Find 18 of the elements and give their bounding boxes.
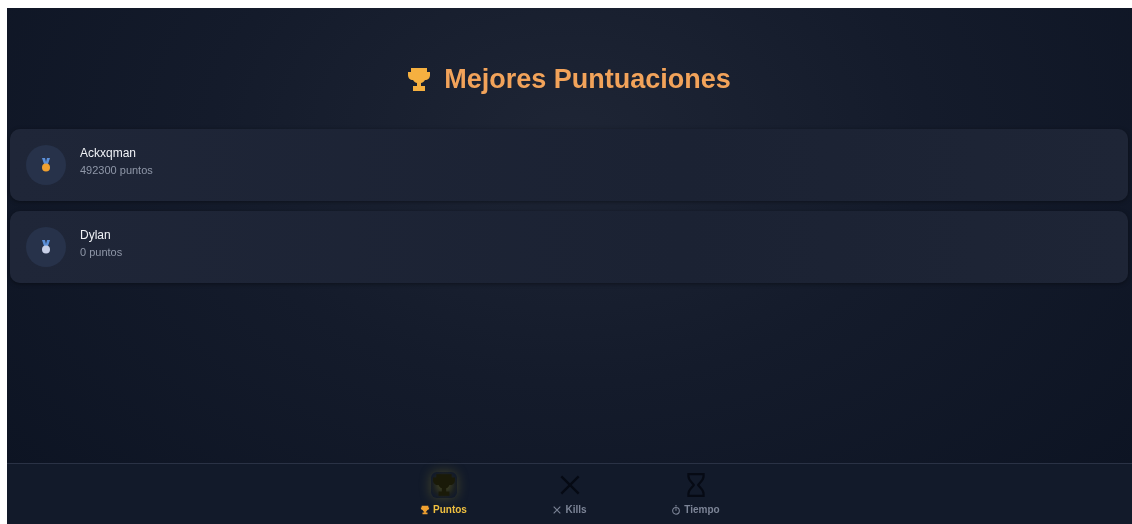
trophy-icon — [430, 472, 457, 498]
nav-tab[interactable]: Puntos — [411, 464, 476, 524]
player-name: Dylan — [80, 228, 112, 242]
tab-label: Kills — [565, 504, 587, 515]
medal-icon — [41, 158, 51, 172]
player-score: 492300 puntos — [80, 164, 153, 176]
trophy-icon — [420, 504, 431, 515]
player-name: Ackxqman — [80, 146, 138, 160]
trophy-icon — [408, 66, 431, 93]
medal-icon — [41, 240, 51, 254]
tab-label: Puntos — [433, 504, 467, 515]
crossed-lines-icon — [552, 504, 563, 515]
player-score: 0 puntos — [80, 246, 123, 258]
nav-tab[interactable]: Tiempo — [663, 464, 728, 524]
nav-tab[interactable]: Kills — [537, 464, 602, 524]
tab-label: Tiempo — [684, 504, 720, 515]
page-title: Mejores Puntuaciones — [444, 64, 731, 95]
stopwatch-icon — [671, 504, 682, 515]
